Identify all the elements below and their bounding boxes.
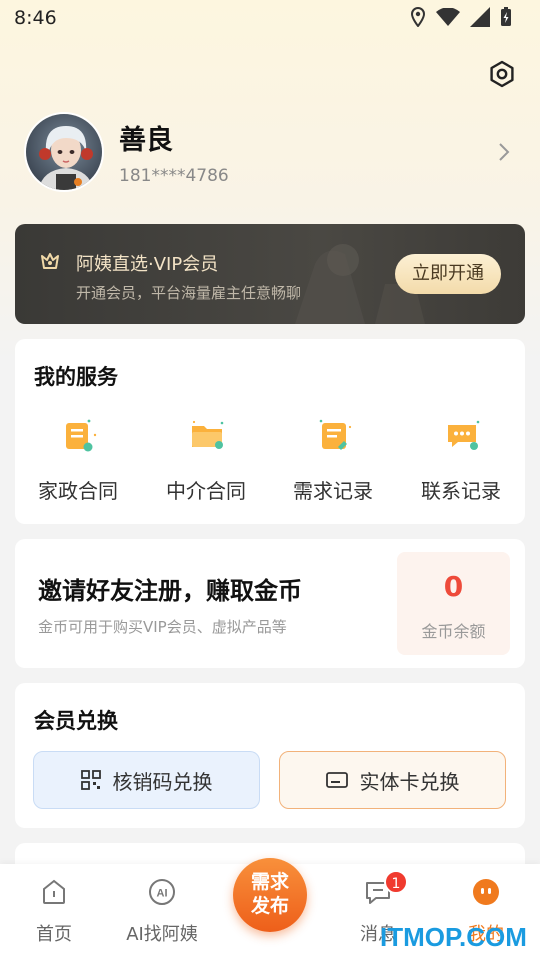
tab-label: AI找阿姨 bbox=[126, 924, 198, 945]
vip-open-button[interactable]: 立即开通 bbox=[395, 254, 501, 294]
battery-icon bbox=[501, 7, 511, 26]
settings-icon bbox=[490, 60, 514, 88]
services-card: 我的服务 家政合同 中介合同 需求记录 联系记录 bbox=[15, 339, 525, 524]
profile-icon bbox=[473, 879, 499, 905]
status-bar: 8:46 bbox=[0, 0, 540, 36]
redeem-card: 会员兑换 核销码兑换 实体卡兑换 bbox=[15, 683, 525, 828]
qr-code-icon bbox=[80, 770, 101, 790]
chat-bubble-icon bbox=[448, 420, 480, 450]
wifi-icon bbox=[436, 8, 460, 26]
user-name: 善良 bbox=[119, 125, 173, 156]
user-phone: 181****4786 bbox=[119, 166, 229, 186]
chevron-right-icon bbox=[499, 143, 510, 161]
redeem-code-button[interactable]: 核销码兑换 bbox=[33, 751, 260, 809]
scroll-icon bbox=[319, 419, 352, 450]
status-time: 8:46 bbox=[14, 7, 57, 29]
coin-value: 0 bbox=[443, 570, 464, 603]
ai-icon: AI bbox=[149, 879, 175, 905]
service-housekeeping-contract[interactable]: 家政合同 bbox=[18, 415, 138, 505]
service-label: 家政合同 bbox=[38, 479, 118, 503]
redeem-card-button[interactable]: 实体卡兑换 bbox=[279, 751, 506, 809]
coin-balance[interactable]: 0 金币余额 bbox=[397, 552, 510, 655]
message-badge: 1 bbox=[384, 870, 408, 894]
tab-ai[interactable]: AI AI找阿姨 bbox=[108, 864, 216, 960]
tab-label: 首页 bbox=[36, 924, 72, 945]
service-label: 联系记录 bbox=[421, 479, 501, 503]
service-demand-records[interactable]: 需求记录 bbox=[273, 415, 393, 505]
profile-header[interactable]: 善良 181****4786 bbox=[24, 112, 520, 192]
avatar-image bbox=[26, 114, 102, 190]
publish-line1: 需求 bbox=[250, 871, 289, 893]
coin-label: 金币余额 bbox=[421, 622, 486, 641]
vip-title: 阿姨直选·VIP会员 bbox=[76, 254, 219, 275]
signal-icon bbox=[470, 7, 490, 27]
invite-title: 邀请好友注册，赚取金币 bbox=[38, 577, 302, 605]
services-title: 我的服务 bbox=[34, 365, 118, 389]
invite-subtitle: 金币可用于购买VIP会员、虚拟产品等 bbox=[38, 618, 287, 636]
redeem-title: 会员兑换 bbox=[34, 709, 118, 733]
publish-button[interactable]: 需求 发布 bbox=[233, 858, 307, 932]
tab-home[interactable]: 首页 bbox=[0, 864, 108, 960]
service-label: 需求记录 bbox=[293, 479, 373, 503]
folder-icon bbox=[192, 420, 224, 449]
avatar[interactable] bbox=[24, 112, 104, 192]
settings-button[interactable] bbox=[486, 58, 518, 90]
location-icon bbox=[410, 7, 426, 27]
home-icon bbox=[43, 879, 65, 904]
svg-text:AI: AI bbox=[157, 888, 168, 900]
watermark: ITMOP.COM bbox=[380, 922, 527, 952]
service-agency-contract[interactable]: 中介合同 bbox=[146, 415, 266, 505]
card-icon bbox=[325, 772, 348, 788]
service-label: 中介合同 bbox=[166, 479, 246, 503]
invite-card[interactable]: 邀请好友注册，赚取金币 金币可用于购买VIP会员、虚拟产品等 0 金币余额 bbox=[15, 539, 525, 668]
redeem-card-label: 实体卡兑换 bbox=[359, 769, 460, 794]
service-contact-records[interactable]: 联系记录 bbox=[401, 415, 521, 505]
contract-icon bbox=[66, 419, 97, 452]
status-icons bbox=[410, 7, 512, 27]
redeem-code-label: 核销码兑换 bbox=[112, 769, 213, 794]
publish-line2: 发布 bbox=[250, 895, 289, 917]
crown-icon bbox=[41, 253, 59, 269]
vip-banner[interactable]: 阿姨直选·VIP会员 开通会员，平台海量雇主任意畅聊 立即开通 bbox=[15, 224, 525, 324]
vip-subtitle: 开通会员，平台海量雇主任意畅聊 bbox=[76, 284, 302, 302]
